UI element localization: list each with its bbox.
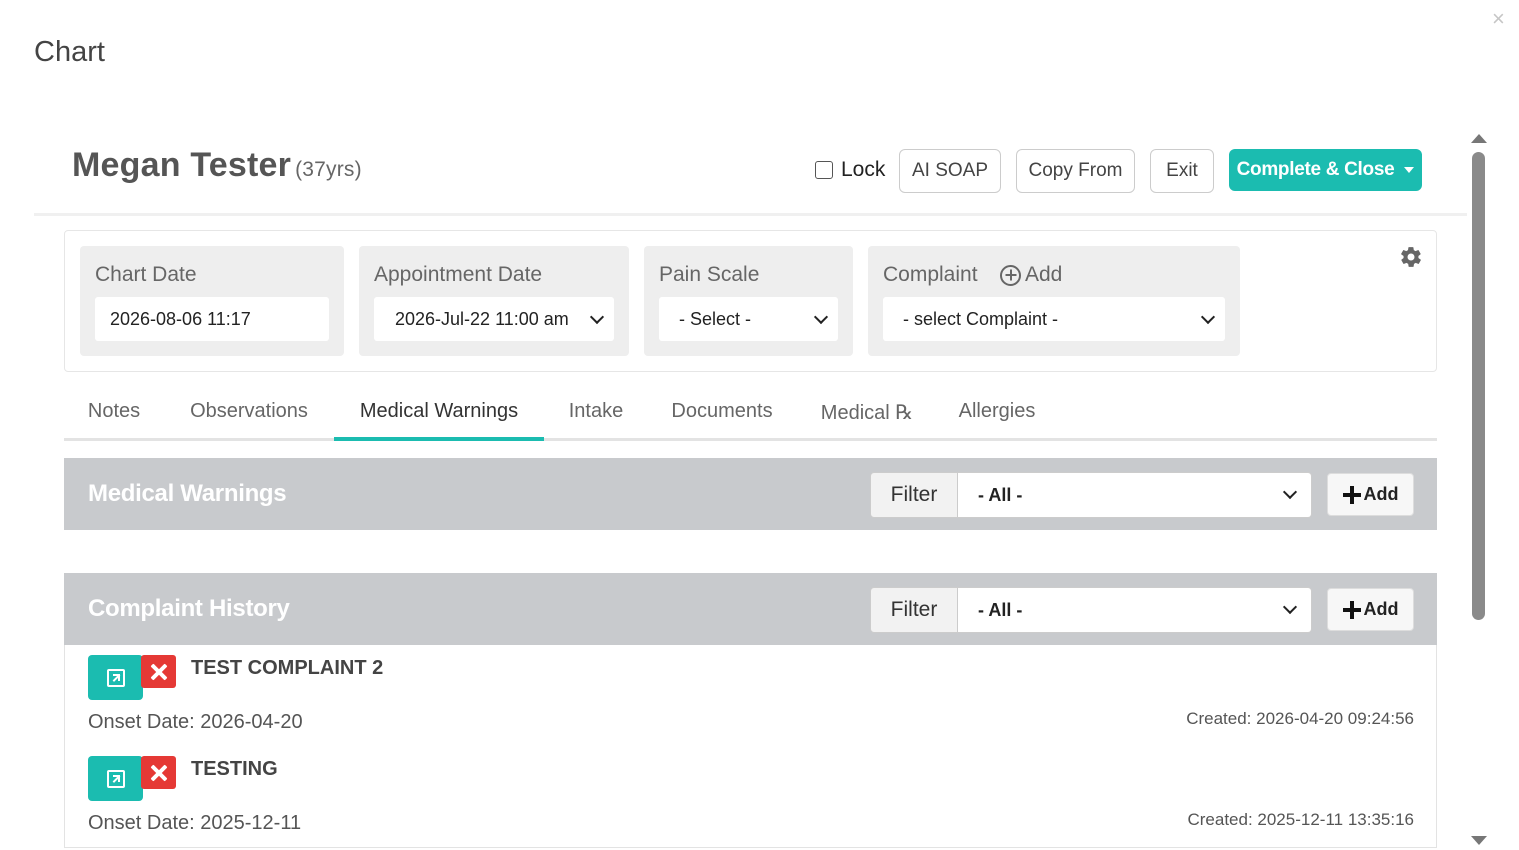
created-date: Created: 2026-04-20 09:24:56: [1186, 709, 1414, 728]
chart-date-label: Chart Date: [95, 263, 197, 286]
appointment-date-field: Appointment Date 2026-Jul-22 11:00 am: [359, 246, 629, 356]
scrollbar-thumb[interactable]: [1472, 152, 1485, 620]
tab-observations[interactable]: Observations: [176, 395, 322, 441]
close-icon: [150, 663, 168, 681]
filter-value: - All -: [978, 599, 1023, 620]
onset-date: Onset Date: 2025-12-11: [88, 812, 302, 834]
onset-date: Onset Date: 2026-04-20: [88, 711, 303, 733]
header-divider: [34, 213, 1467, 216]
tab-notes[interactable]: Notes: [64, 395, 164, 441]
plus-circle-icon: [1000, 264, 1021, 286]
ai-soap-button[interactable]: AI SOAP: [899, 149, 1001, 193]
plus-icon: [1343, 486, 1361, 504]
complaint-select[interactable]: - select Complaint -: [883, 297, 1225, 341]
filter-label: Filter: [870, 472, 958, 518]
complaint-value: - select Complaint -: [903, 308, 1059, 329]
patient-header: Megan Tester (37yrs): [72, 146, 362, 185]
gear-icon[interactable]: [1399, 245, 1423, 269]
external-link-icon: [106, 668, 125, 687]
chart-tabs: Notes Observations Medical Warnings Inta…: [64, 395, 1437, 441]
pain-scale-field: Pain Scale - Select -: [644, 246, 853, 356]
add-label: Add: [1363, 599, 1399, 619]
add-complaint-history-button[interactable]: Add: [1327, 588, 1414, 631]
chevron-down-icon: [1282, 484, 1298, 500]
tab-medical-rx[interactable]: Medical ℞: [808, 395, 926, 441]
caret-down-icon: [1404, 167, 1415, 173]
pain-scale-label: Pain Scale: [659, 263, 760, 286]
appointment-date-select[interactable]: 2026-Jul-22 11:00 am: [374, 297, 614, 341]
chevron-down-icon: [1200, 309, 1216, 325]
appointment-date-value: 2026-Jul-22 11:00 am: [395, 308, 569, 329]
lock-toggle[interactable]: Lock: [815, 158, 885, 182]
chevron-down-icon: [1282, 599, 1298, 615]
tab-medical-warnings[interactable]: Medical Warnings: [334, 395, 544, 441]
chart-date-field: Chart Date 2026-08-06 11:17: [80, 246, 344, 356]
pain-scale-value: - Select -: [679, 308, 752, 329]
delete-complaint-button[interactable]: [141, 655, 176, 688]
complaint-history-filter: Filter - All -: [870, 587, 1312, 633]
chevron-down-icon: [813, 309, 829, 325]
complaint-label: Complaint: [883, 263, 978, 286]
filter-label: Filter: [870, 587, 958, 633]
pain-scale-select[interactable]: - Select -: [659, 297, 838, 341]
medical-warnings-title: Medical Warnings: [88, 480, 287, 507]
close-icon[interactable]: ×: [1492, 6, 1505, 32]
medical-warnings-filter-select[interactable]: - All -: [958, 472, 1312, 518]
complaint-field: Complaint Add - select Complaint -: [868, 246, 1240, 356]
modal-title: Chart: [34, 36, 105, 68]
add-complaint-label: Add: [1025, 263, 1063, 286]
created-date: Created: 2025-12-11 13:35:16: [1187, 810, 1414, 829]
complaint-history-header: Complaint History Filter - All - Add: [64, 573, 1437, 645]
add-label: Add: [1363, 484, 1399, 504]
chart-date-input[interactable]: 2026-08-06 11:17: [95, 297, 329, 341]
scrollbar[interactable]: [1470, 130, 1488, 850]
list-item: TEST COMPLAINT 2 Onset Date: 2026-04-20 …: [64, 645, 1437, 747]
exit-button[interactable]: Exit: [1150, 149, 1214, 193]
copy-from-button[interactable]: Copy From: [1016, 149, 1135, 193]
medical-warnings-filter: Filter - All -: [870, 472, 1312, 518]
external-link-icon: [106, 769, 125, 788]
complaint-title: TEST COMPLAINT 2: [191, 657, 384, 679]
complete-close-label: Complete & Close: [1236, 159, 1395, 180]
scroll-up-arrow-icon[interactable]: [1471, 134, 1487, 143]
tab-allergies[interactable]: Allergies: [946, 395, 1048, 441]
delete-complaint-button[interactable]: [141, 756, 176, 789]
patient-age: (37yrs): [295, 158, 362, 181]
complaint-history-title: Complaint History: [88, 595, 290, 622]
medical-warnings-header: Medical Warnings Filter - All - Add: [64, 458, 1437, 530]
close-icon: [150, 764, 168, 782]
list-item: TESTING Onset Date: 2025-12-11 Created: …: [64, 746, 1437, 848]
filter-value: - All -: [978, 484, 1023, 505]
open-complaint-button[interactable]: [88, 756, 143, 801]
complete-close-button[interactable]: Complete & Close: [1229, 149, 1422, 191]
open-complaint-button[interactable]: [88, 655, 143, 700]
complaint-history-filter-select[interactable]: - All -: [958, 587, 1312, 633]
patient-name: Megan Tester: [72, 146, 292, 184]
complaint-title: TESTING: [191, 758, 278, 780]
scroll-down-arrow-icon[interactable]: [1471, 836, 1487, 845]
add-medical-warning-button[interactable]: Add: [1327, 473, 1414, 516]
tab-intake[interactable]: Intake: [556, 395, 636, 441]
add-complaint-button[interactable]: Add: [1000, 263, 1062, 287]
plus-icon: [1343, 601, 1361, 619]
tab-documents[interactable]: Documents: [660, 395, 784, 441]
chevron-down-icon: [589, 309, 605, 325]
appointment-date-label: Appointment Date: [374, 263, 543, 286]
lock-checkbox[interactable]: [815, 161, 833, 179]
lock-label: Lock: [841, 158, 886, 181]
